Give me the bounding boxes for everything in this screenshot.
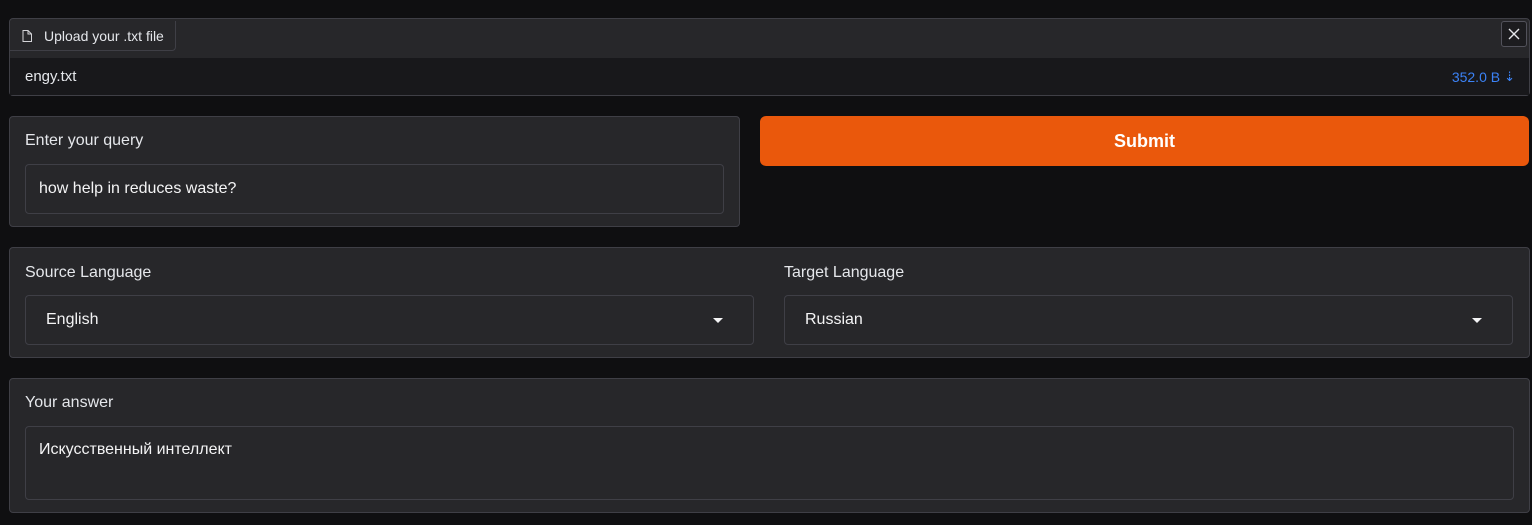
file-upload-label: Upload your .txt file	[44, 27, 164, 44]
source-language-label: Source Language	[25, 264, 152, 281]
download-icon: ⇣	[1504, 68, 1515, 84]
clear-file-button[interactable]	[1501, 21, 1527, 47]
target-language-label: Target Language	[784, 264, 905, 281]
answer-block: Your answer Искусственный интеллект	[9, 378, 1530, 513]
language-block: Source Language English Target Language …	[9, 247, 1530, 358]
target-language-select[interactable]: Russian	[784, 295, 1513, 345]
answer-label: Your answer	[25, 394, 114, 411]
query-input[interactable]: how help in reduces waste?	[25, 164, 724, 214]
query-label: Enter your query	[25, 132, 144, 149]
chevron-down-icon	[1472, 318, 1482, 323]
source-language-select[interactable]: English	[25, 295, 754, 345]
answer-output[interactable]: Искусственный интеллект	[25, 426, 1514, 500]
file-size-text: 352.0 B	[1451, 68, 1501, 85]
source-language-value: English	[46, 311, 99, 328]
target-language-value: Russian	[805, 311, 863, 328]
chevron-down-icon	[713, 318, 723, 323]
file-icon	[22, 29, 32, 42]
query-block: Enter your query how help in reduces was…	[9, 116, 740, 227]
close-icon	[1508, 28, 1520, 40]
file-upload-block: Upload your .txt file engy.txt 352.0 B ⇣	[9, 18, 1530, 96]
uploaded-file-row: engy.txt 352.0 B ⇣	[10, 58, 1529, 95]
file-upload-label-tab: Upload your .txt file	[10, 21, 176, 51]
submit-button[interactable]: Submit	[760, 116, 1529, 166]
uploaded-file-name: engy.txt	[25, 68, 77, 85]
file-download-link[interactable]: 352.0 B ⇣	[1452, 69, 1515, 85]
